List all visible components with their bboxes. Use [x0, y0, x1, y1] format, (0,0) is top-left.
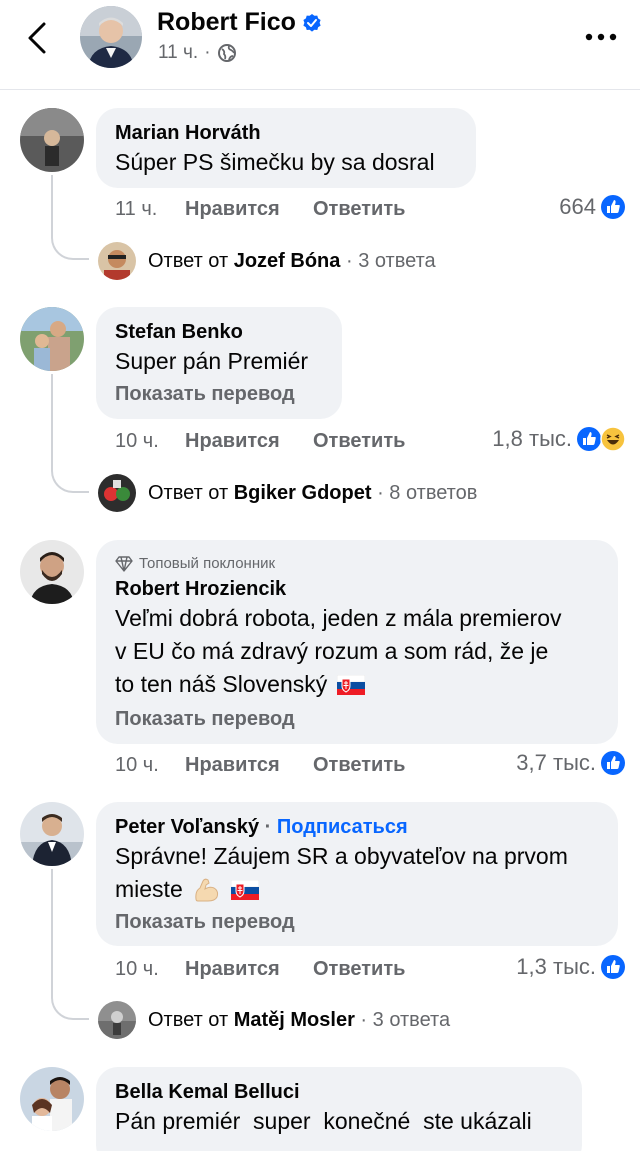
reply-author: Matěj Mosler: [233, 1008, 355, 1031]
reply-avatar: [98, 242, 136, 280]
page-name[interactable]: Robert Fico: [157, 8, 322, 37]
like-icon: [601, 751, 625, 775]
comment-time[interactable]: 10 ч.: [115, 430, 185, 453]
reply-count: 3 ответа: [372, 1008, 451, 1031]
comment-text-line: Správne! Záujem SR a obyvateľov na prvom: [115, 843, 568, 869]
comment-bubble: Peter Voľanský · Подписаться Správne! Zá…: [96, 802, 618, 946]
top-fan-badge: Топовый поклонник: [115, 554, 599, 574]
thread-line: [51, 175, 53, 235]
like-button[interactable]: Нравится: [185, 958, 313, 981]
like-button[interactable]: Нравится: [185, 754, 313, 777]
commenter-avatar[interactable]: [20, 540, 84, 604]
comment-actions: 10 ч. Нравится Ответить: [115, 754, 405, 777]
verified-badge-icon: [303, 13, 321, 32]
reaction-summary[interactable]: 1,8 тыс.: [492, 426, 626, 452]
commenter-avatar[interactable]: [20, 1067, 84, 1131]
reply-count: 8 ответов: [389, 481, 478, 504]
commenter-avatar[interactable]: [20, 802, 84, 866]
view-replies[interactable]: Ответ от Bgiker Gdopet · 8 ответов: [98, 474, 477, 512]
comment-text: Súper PS šimečku by sa dosral: [115, 149, 435, 175]
comment-text-line: mieste: [115, 876, 183, 902]
reply-button[interactable]: Ответить: [313, 198, 405, 221]
slovakia-flag-icon: [230, 879, 259, 900]
reaction-summary[interactable]: 664: [559, 194, 626, 220]
thread-line: [51, 374, 53, 468]
reply-avatar: [98, 1001, 136, 1039]
reply-button[interactable]: Ответить: [313, 430, 405, 453]
more-options-button[interactable]: [580, 22, 622, 52]
view-replies[interactable]: Ответ от Jozef Bóna · 3 ответа: [98, 242, 436, 280]
flexed-biceps-icon: [195, 878, 218, 901]
comment-time[interactable]: 11 ч.: [115, 198, 185, 221]
back-button[interactable]: [18, 18, 58, 58]
comment-author[interactable]: Marian Horváth: [115, 120, 457, 146]
comment-time[interactable]: 10 ч.: [115, 754, 185, 777]
show-translation-link[interactable]: Показать перевод: [115, 380, 323, 408]
comment-bubble: Marian Horváth Súper PS šimečku by sa do…: [96, 108, 476, 188]
like-icon: [601, 955, 625, 979]
follow-button[interactable]: Подписаться: [277, 816, 408, 838]
haha-icon: [600, 426, 626, 452]
reaction-summary[interactable]: 1,3 тыс.: [516, 954, 626, 980]
view-replies[interactable]: Ответ от Matěj Mosler · 3 ответа: [98, 1001, 450, 1039]
comment-author-row: Peter Voľanský · Подписаться: [115, 816, 408, 838]
like-icon: [577, 427, 601, 451]
slovakia-flag-icon: [337, 674, 366, 695]
comment-author[interactable]: Bella Kemal Belluci: [115, 1079, 563, 1105]
thread-connector: [51, 465, 89, 493]
thread-connector: [51, 232, 89, 260]
meta-separator: ·: [204, 42, 211, 63]
comment-text: Pán premiér super konečné ste ukázali: [115, 1108, 532, 1134]
diamond-icon: [115, 556, 133, 572]
comment-author[interactable]: Robert Hroziencik: [115, 576, 599, 602]
reaction-summary[interactable]: 3,7 тыс.: [516, 750, 626, 776]
reply-button[interactable]: Ответить: [313, 958, 405, 981]
reaction-count: 664: [559, 194, 596, 219]
reply-by-label: Ответ от: [148, 1008, 229, 1031]
reply-avatar: [98, 474, 136, 512]
reply-by-label: Ответ от: [148, 249, 229, 272]
comment-actions: 10 ч. Нравится Ответить: [115, 958, 405, 981]
like-icon: [601, 195, 625, 219]
reply-button[interactable]: Ответить: [313, 754, 405, 777]
reply-author: Jozef Bóna: [233, 249, 341, 272]
like-button[interactable]: Нравится: [185, 430, 313, 453]
thread-connector: [51, 992, 89, 1020]
reply-by-label: Ответ от: [148, 481, 229, 504]
commenter-avatar[interactable]: [20, 108, 84, 172]
show-translation-link[interactable]: Показать перевод: [115, 908, 599, 936]
badge-label: Топовый поклонник: [139, 555, 276, 572]
reply-count: 3 ответа: [358, 249, 436, 272]
commenter-avatar[interactable]: [20, 307, 84, 371]
post-time[interactable]: 11 ч.: [158, 42, 198, 64]
chevron-left-icon: [28, 22, 46, 54]
comment-author[interactable]: Peter Voľanský: [115, 816, 259, 838]
more-dots-icon: [585, 33, 617, 41]
comment-author[interactable]: Stefan Benko: [115, 319, 323, 345]
comment-bubble: Топовый поклонник Robert Hroziencik Veľm…: [96, 540, 618, 744]
reaction-count: 1,3 тыс.: [516, 954, 596, 979]
comment-bubble: Stefan Benko Super pán Premiér Показать …: [96, 307, 342, 419]
reaction-count: 1,8 тыс.: [492, 426, 572, 451]
show-translation-link[interactable]: Показать перевод: [115, 705, 599, 733]
comment-bubble: Bella Kemal Belluci Pán premiér super ko…: [96, 1067, 582, 1151]
post-meta: 11 ч. ·: [158, 42, 237, 64]
comment-text-line-with-flag: to ten náš Slovenský: [115, 668, 599, 701]
comment-text: Super pán Premiér: [115, 348, 309, 374]
like-button[interactable]: Нравится: [185, 198, 313, 221]
comment-text-line-with-emoji: mieste: [115, 873, 599, 906]
thread-line: [51, 869, 53, 995]
comment-text-line: v EU čo má zdravý rozum a som rád, že je: [115, 638, 549, 664]
comment-text-line: to ten náš Slovenský: [115, 671, 328, 697]
reaction-count: 3,7 тыс.: [516, 750, 596, 775]
comment-actions: 11 ч. Нравится Ответить: [115, 198, 405, 221]
post-header: Robert Fico 11 ч. ·: [0, 0, 640, 90]
comment-actions: 10 ч. Нравится Ответить: [115, 430, 405, 453]
comment-text-line: Veľmi dobrá robota, jeden z mála premier…: [115, 605, 562, 631]
globe-icon: [217, 44, 236, 62]
page-avatar[interactable]: [80, 6, 142, 68]
comment-time[interactable]: 10 ч.: [115, 958, 185, 981]
reply-author: Bgiker Gdopet: [233, 481, 372, 504]
